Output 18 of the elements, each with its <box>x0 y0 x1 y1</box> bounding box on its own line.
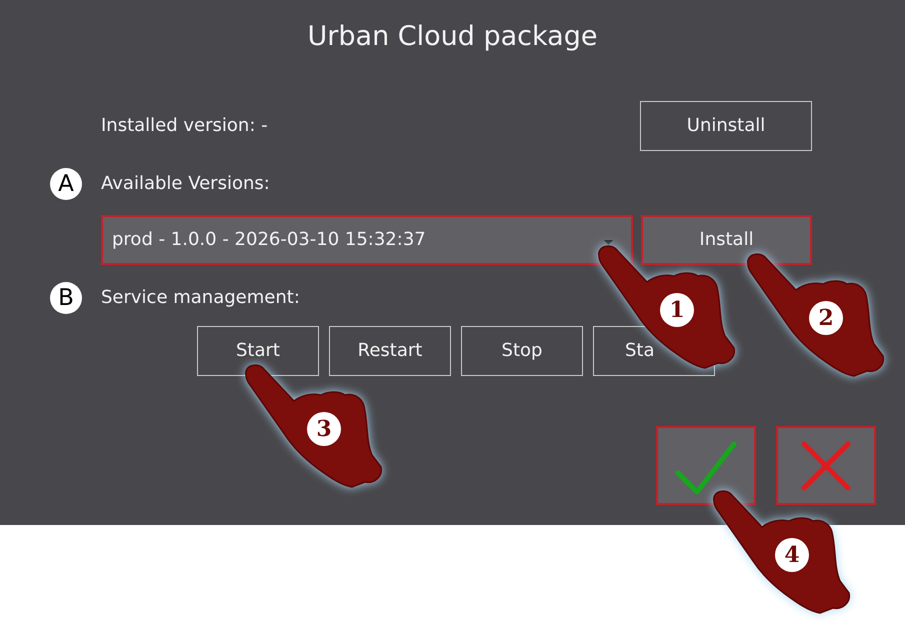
available-versions-label: Available Versions: <box>101 172 270 196</box>
window-title: Urban Cloud package <box>308 20 598 54</box>
installed-version-label: Installed version: - <box>101 114 268 138</box>
close-icon <box>801 440 851 490</box>
uninstall-button[interactable]: Uninstall <box>640 101 812 151</box>
service-button[interactable]: Sta <box>593 326 715 376</box>
checkmark-icon <box>675 440 737 494</box>
version-dropdown[interactable]: prod - 1.0.0 - 2026-03-10 15:32:37 <box>101 215 633 265</box>
install-button[interactable]: Install <box>641 215 812 265</box>
service-button[interactable]: Stop <box>461 326 583 376</box>
service-button[interactable]: Start <box>197 326 319 376</box>
service-button[interactable]: Restart <box>329 326 451 376</box>
pointing-hand-icon <box>244 363 384 489</box>
pointing-hand-icon <box>746 252 886 378</box>
section-marker: B <box>50 282 82 314</box>
confirm-button[interactable] <box>656 426 756 505</box>
service-management-label: Service management: <box>101 286 300 310</box>
section-marker: A <box>50 168 82 200</box>
